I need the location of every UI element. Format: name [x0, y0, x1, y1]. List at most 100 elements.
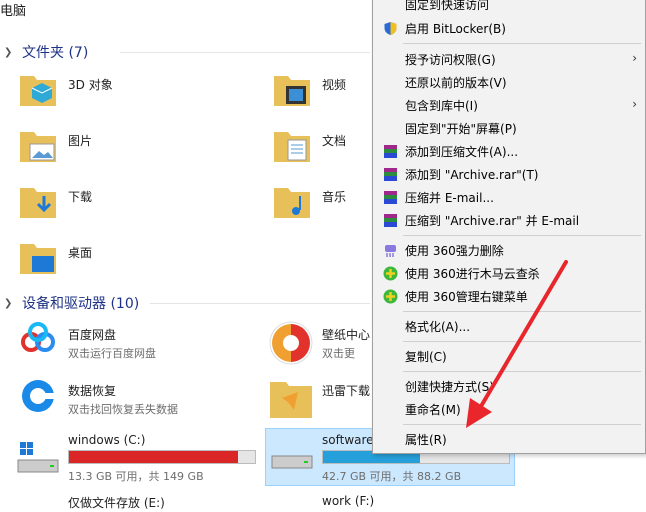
- menu-include-library[interactable]: 包含到库中(I) ›: [373, 94, 645, 116]
- device-name: 百度网盘: [68, 328, 117, 342]
- menu-separator: [403, 235, 641, 236]
- device-baidu[interactable]: [18, 320, 58, 363]
- menu-add-rar[interactable]: 添加到 "Archive.rar"(T): [373, 163, 645, 185]
- drive-usage-fill: [69, 451, 239, 463]
- folder-pictures[interactable]: [18, 126, 58, 169]
- drive-name: software: [322, 433, 374, 447]
- menu-grant-access[interactable]: 授予访问权限(G) ›: [373, 48, 645, 70]
- device-name: 壁纸中心: [322, 328, 371, 342]
- menu-label: 格式化(A)...: [405, 319, 471, 334]
- menu-separator: [403, 371, 641, 372]
- menu-restore-versions[interactable]: 还原以前的版本(V): [373, 71, 645, 93]
- drive-name[interactable]: 仅做文件存放 (E:): [68, 494, 165, 511]
- folder-label: 桌面: [68, 246, 93, 260]
- drive-d[interactable]: [270, 446, 314, 479]
- 360-security-icon: [383, 266, 398, 281]
- drive-space: 13.3 GB 可用，共 149 GB: [68, 470, 204, 483]
- menu-properties[interactable]: 属性(R): [373, 428, 645, 450]
- winrar-icon: [384, 145, 397, 158]
- device-desc: 双击找回恢复丢失数据: [68, 403, 178, 416]
- winrar-icon: [384, 168, 397, 181]
- menu-label: 固定到"开始"屏幕(P): [405, 121, 517, 136]
- device-xunlei[interactable]: [268, 376, 314, 425]
- menu-label: 添加到压缩文件(A)...: [405, 144, 519, 159]
- menu-label: 固定到快速访问: [405, 0, 490, 12]
- folder-label: 图片: [68, 134, 93, 148]
- menu-label: 压缩并 E-mail...: [405, 190, 494, 205]
- menu-360-manage[interactable]: 使用 360管理右键菜单: [373, 285, 645, 307]
- music-folder-icon: [274, 188, 310, 218]
- menu-label: 复制(C): [405, 349, 447, 364]
- breadcrumb[interactable]: 电脑: [0, 0, 26, 19]
- menu-bitlocker[interactable]: 启用 BitLocker(B): [373, 17, 645, 39]
- device-recovery[interactable]: [18, 376, 58, 419]
- menu-label: 重命名(M): [405, 402, 461, 417]
- winrar-icon: [384, 191, 397, 204]
- group-divider: [120, 52, 370, 53]
- folder-downloads[interactable]: [18, 182, 58, 225]
- menu-zip-email[interactable]: 压缩并 E-mail...: [373, 186, 645, 208]
- data-recovery-icon: [22, 380, 54, 412]
- shield-icon: [384, 22, 397, 35]
- shredder-icon: [385, 245, 396, 257]
- menu-label: 创建快捷方式(S): [405, 379, 494, 394]
- chevron-right-icon: ›: [632, 97, 637, 111]
- winrar-icon: [384, 214, 397, 227]
- menu-label: 属性(R): [405, 432, 447, 447]
- folder-label: 音乐: [322, 190, 347, 204]
- drive-name[interactable]: work (F:): [322, 494, 374, 508]
- group-title-devices: 设备和驱动器 (10): [22, 296, 140, 312]
- menu-separator: [403, 341, 641, 342]
- menu-label: 添加到 "Archive.rar"(T): [405, 167, 539, 182]
- desktop-folder-icon: [20, 244, 56, 274]
- folder-label: 视频: [322, 78, 347, 92]
- folder-label: 3D 对象: [68, 78, 113, 92]
- menu-pin-quick-access[interactable]: 固定到快速访问: [373, 0, 645, 15]
- xunlei-download-icon: [270, 382, 312, 418]
- drive-name: windows (C:): [68, 433, 146, 447]
- menu-label: 授予访问权限(G): [405, 52, 496, 67]
- device-wallpaper[interactable]: [268, 320, 314, 369]
- menu-label: 启用 BitLocker(B): [405, 21, 506, 36]
- downloads-folder-icon: [20, 188, 56, 218]
- menu-360-scan[interactable]: 使用 360进行木马云查杀: [373, 262, 645, 284]
- pictures-folder-icon: [20, 132, 56, 162]
- 3d-objects-folder-icon: [20, 76, 56, 106]
- folder-3d-objects[interactable]: [18, 70, 58, 113]
- folder-label: 文档: [322, 134, 347, 148]
- video-folder-icon: [274, 76, 310, 106]
- menu-360-shred[interactable]: 使用 360强力删除: [373, 239, 645, 261]
- folder-documents[interactable]: [272, 126, 312, 169]
- menu-pin-start[interactable]: 固定到"开始"屏幕(P): [373, 117, 645, 139]
- chevron-down-icon: ❯: [4, 297, 13, 309]
- menu-rename[interactable]: 重命名(M): [373, 398, 645, 420]
- folder-label: 下载: [68, 190, 93, 204]
- 360-security-icon: [383, 289, 398, 304]
- menu-label: 使用 360强力删除: [405, 243, 504, 258]
- drive-c[interactable]: [16, 440, 60, 479]
- menu-label: 压缩到 "Archive.rar" 并 E-mail: [405, 213, 580, 228]
- menu-add-archive[interactable]: 添加到压缩文件(A)...: [373, 140, 645, 162]
- group-divider: [150, 303, 370, 304]
- menu-label: 使用 360进行木马云查杀: [405, 266, 540, 281]
- folder-music[interactable]: [272, 182, 312, 225]
- folder-videos[interactable]: [272, 70, 312, 113]
- baidu-netdisk-icon: [21, 322, 55, 352]
- drive-usage-bar: [68, 450, 256, 464]
- folder-desktop[interactable]: [18, 238, 58, 281]
- chevron-down-icon: ❯: [4, 46, 13, 58]
- menu-label: 使用 360管理右键菜单: [405, 289, 528, 304]
- group-header-folders[interactable]: ❯ 文件夹 (7): [4, 42, 88, 62]
- windows-drive-icon: [17, 442, 59, 473]
- menu-copy[interactable]: 复制(C): [373, 345, 645, 367]
- hard-drive-icon: [271, 455, 313, 469]
- menu-create-shortcut[interactable]: 创建快捷方式(S): [373, 375, 645, 397]
- group-header-devices[interactable]: ❯ 设备和驱动器 (10): [4, 293, 139, 313]
- menu-separator: [403, 424, 641, 425]
- menu-format[interactable]: 格式化(A)...: [373, 315, 645, 337]
- drive-space: 42.7 GB 可用，共 88.2 GB: [322, 470, 462, 483]
- device-desc: 双击运行百度网盘: [68, 347, 156, 360]
- menu-label: 还原以前的版本(V): [405, 75, 507, 90]
- menu-zip-rar-email[interactable]: 压缩到 "Archive.rar" 并 E-mail: [373, 209, 645, 231]
- context-menu: 固定到快速访问 启用 BitLocker(B) 授予访问权限(G) › 还原以前的…: [372, 0, 646, 454]
